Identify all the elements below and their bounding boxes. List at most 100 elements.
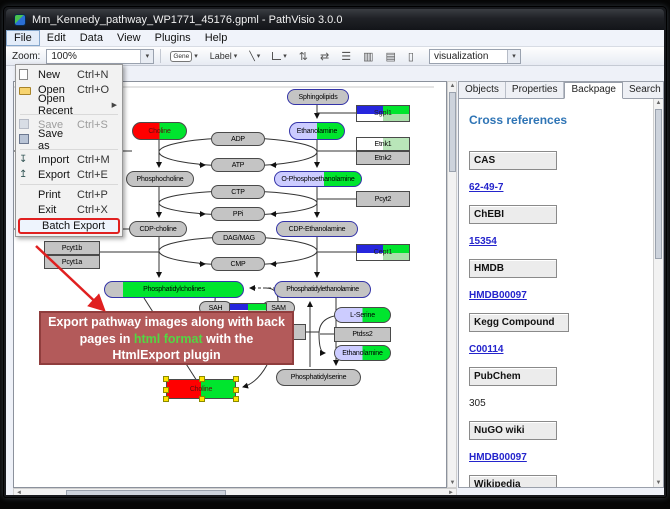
scrollbar-thumb[interactable] <box>66 490 226 495</box>
menu-item-new[interactable]: New Ctrl+N <box>16 67 122 82</box>
selection-handle[interactable] <box>199 376 205 382</box>
node-l-serine[interactable]: L-Serine <box>334 307 391 323</box>
menu-item-save-as[interactable]: Save as <box>16 132 122 147</box>
scroll-up-icon[interactable]: ▲ <box>448 83 457 89</box>
node-choline[interactable]: Choline <box>132 122 187 140</box>
node-label: Ethanolamine <box>342 350 382 357</box>
node-etnk1[interactable]: Etnk1 <box>356 137 410 151</box>
canvas-horizontal-scrollbar[interactable]: ◄ ► <box>13 488 457 495</box>
node-phosphatidylserine[interactable]: Phosphatidylserine <box>276 369 361 386</box>
node-cdp-choline[interactable]: CDP-choline <box>129 221 187 237</box>
new-file-icon <box>19 69 28 80</box>
title-bar[interactable]: Mm_Kennedy_pathway_WP1771_45176.gpml - P… <box>6 9 664 30</box>
connector-tool-button[interactable]: ▾ <box>269 50 290 62</box>
selection-handle[interactable] <box>163 387 169 393</box>
menu-plugins[interactable]: Plugins <box>148 30 198 46</box>
menu-item-print[interactable]: Print Ctrl+P <box>16 187 122 202</box>
add-datanode-button[interactable]: Gene ▾ <box>167 49 200 64</box>
node-choline-selected[interactable]: Choline <box>166 379 236 399</box>
cross-references-heading: Cross references <box>469 113 647 127</box>
scrollbar-thumb[interactable] <box>449 92 456 172</box>
line-tool-button[interactable]: ╲ ▾ <box>246 49 263 64</box>
zoom-combobox[interactable]: 100% ▾ <box>46 49 154 64</box>
node-label: L-Serine <box>350 312 375 319</box>
menu-view[interactable]: View <box>110 30 148 46</box>
chevron-down-icon[interactable]: ▾ <box>283 52 287 60</box>
submenu-arrow-icon: ▶ <box>77 101 117 109</box>
xref-link[interactable]: 15354 <box>469 236 497 247</box>
scroll-down-icon[interactable]: ▼ <box>448 480 457 486</box>
canvas-vertical-scrollbar[interactable]: ▲ ▼ <box>447 81 457 488</box>
node-ctp[interactable]: CTP <box>211 185 265 199</box>
tab-search[interactable]: Search <box>623 82 664 98</box>
menu-item-shortcut: Ctrl+P <box>77 189 117 201</box>
chevron-down-icon[interactable]: ▾ <box>140 50 153 63</box>
node-sgpl1[interactable]: Sgpl1 <box>356 105 410 122</box>
align-top-icon[interactable]: ▤ <box>382 50 398 63</box>
scrollbar-thumb[interactable] <box>655 109 662 259</box>
selection-handle[interactable] <box>233 387 239 393</box>
node-pcyt1a[interactable]: Pcyt1a <box>44 255 100 269</box>
visualization-combobox[interactable]: visualization ▾ <box>429 49 521 64</box>
node-dag-mag[interactable]: DAG/MAG <box>212 231 266 245</box>
node-ethanolamine[interactable]: Ethanolamine <box>289 122 345 140</box>
add-label-button[interactable]: Label ▾ <box>207 49 241 63</box>
menu-item-exit[interactable]: Exit Ctrl+X <box>16 202 122 217</box>
tab-objects[interactable]: Objects <box>459 82 506 98</box>
menu-data[interactable]: Data <box>73 30 110 46</box>
menu-item-batch-export[interactable]: Batch Export <box>18 218 120 234</box>
xref-link[interactable]: HMDB00097 <box>469 290 527 301</box>
node-sphingolipids[interactable]: Sphingolipids <box>287 89 349 105</box>
node-cmp[interactable]: CMP <box>211 257 265 271</box>
sidebar-scrollbar[interactable]: ▲ ▼ <box>653 99 663 487</box>
node-cdp-ethanolamine[interactable]: CDP-Ethanolamine <box>276 221 358 237</box>
xref-link[interactable]: HMDB00097 <box>469 452 527 463</box>
scroll-up-icon[interactable]: ▲ <box>654 100 663 106</box>
chevron-down-icon[interactable]: ▾ <box>257 52 261 60</box>
menu-edit[interactable]: Edit <box>40 30 73 46</box>
node-pcyt1b[interactable]: Pcyt1b <box>44 241 100 255</box>
tab-properties[interactable]: Properties <box>506 82 565 98</box>
scroll-down-icon[interactable]: ▼ <box>654 480 663 486</box>
node-ppi[interactable]: PPi <box>211 207 265 221</box>
selection-handle[interactable] <box>233 376 239 382</box>
node-o-phosphoethanolamine[interactable]: O-Phosphoethanolamine <box>274 171 362 187</box>
scroll-right-icon[interactable]: ► <box>448 490 454 495</box>
node-pcyt2[interactable]: Pcyt2 <box>356 191 410 207</box>
stack-horizontal-icon[interactable]: ▥ <box>360 50 376 63</box>
xref-section: Kegg Compound C00114 <box>469 313 647 357</box>
menu-item-import[interactable]: ↧ Import Ctrl+M <box>16 152 122 167</box>
selection-handle[interactable] <box>233 396 239 402</box>
align-center-y-icon[interactable]: ⇄ <box>317 50 332 63</box>
tab-backpage[interactable]: Backpage <box>564 82 622 99</box>
node-label: Pcyt2 <box>375 196 392 203</box>
node-phosphocholine[interactable]: Phosphocholine <box>126 171 194 187</box>
chevron-down-icon[interactable]: ▾ <box>194 52 198 60</box>
menu-item-open-recent[interactable]: Open Recent ▶ <box>16 97 122 112</box>
align-center-x-icon[interactable]: ⇅ <box>296 50 311 63</box>
node-etnk2[interactable]: Etnk2 <box>356 151 410 165</box>
chevron-down-icon[interactable]: ▾ <box>234 52 238 60</box>
node-cept1[interactable]: Cept1 <box>356 244 410 261</box>
xref-link[interactable]: 62-49-7 <box>469 182 503 193</box>
node-atp[interactable]: ATP <box>211 158 265 172</box>
stack-vertical-icon[interactable]: ☰ <box>338 50 354 63</box>
node-phosphatidylethanolamine[interactable]: Phosphatidylethanolamine <box>274 281 371 298</box>
node-label: CTP <box>231 189 244 196</box>
node-phosphatidylcholines[interactable]: Phosphatidylcholines <box>104 281 244 298</box>
menu-help[interactable]: Help <box>198 30 235 46</box>
menu-item-label: Import <box>38 154 77 166</box>
menu-file[interactable]: File <box>6 30 40 46</box>
scroll-left-icon[interactable]: ◄ <box>16 490 22 495</box>
menu-item-export[interactable]: ↥ Export Ctrl+E <box>16 167 122 182</box>
chevron-down-icon[interactable]: ▾ <box>507 50 520 63</box>
node-ethanolamine-2[interactable]: Ethanolamine <box>334 345 391 361</box>
align-left-icon[interactable]: ▯ <box>405 50 417 63</box>
selection-handle[interactable] <box>163 396 169 402</box>
selection-handle[interactable] <box>199 396 205 402</box>
selection-handle[interactable] <box>163 376 169 382</box>
node-adp[interactable]: ADP <box>211 132 265 146</box>
node-ptdss2[interactable]: Ptdss2 <box>334 327 391 342</box>
node-label: ATP <box>232 162 245 169</box>
xref-link[interactable]: C00114 <box>469 344 503 355</box>
